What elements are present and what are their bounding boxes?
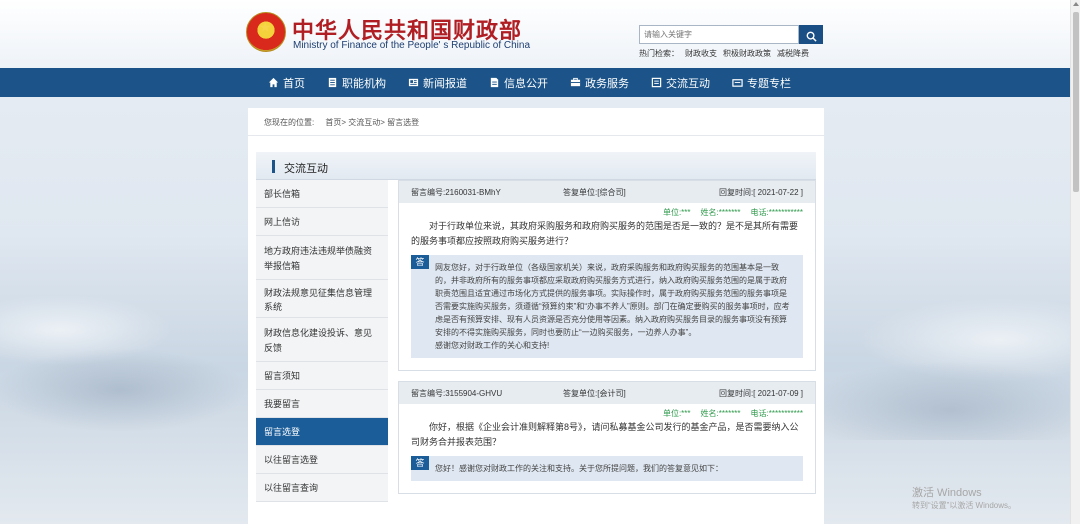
message-question: 你好，根据《企业会计准则解释第8号》，请问私募基金公司发行的基金产品，是否需要纳… [411, 422, 799, 447]
sidebar-item-debt-report[interactable]: 地方政府违法违规举债融资举报信箱 [256, 236, 388, 280]
nav-label: 新闻报道 [423, 77, 467, 90]
message-meta: 单位:*** 姓名:******* 电话:*********** [399, 404, 815, 418]
windows-activation-title: 激活 Windows [912, 487, 982, 499]
message-card: 留言编号:3155904-GHVU 答复单位:[会计司] 回复时间:[ 2021… [398, 381, 816, 494]
news-icon [408, 78, 419, 87]
document-icon [328, 77, 337, 88]
message-code: 留言编号:3155904-GHVU [411, 389, 503, 398]
nav-item-topics[interactable]: 专题专栏 [732, 68, 791, 97]
page-scrollbar[interactable] [1070, 0, 1080, 524]
hot-term[interactable]: 积极财政政策 [723, 49, 771, 58]
sidebar-item-it-complaint[interactable]: 财政信息化建设投诉、意见反馈 [256, 318, 388, 362]
hot-term[interactable]: 财政收支 [685, 49, 717, 58]
sidebar-item-message-notice[interactable]: 留言须知 [256, 362, 388, 390]
folder-icon [732, 79, 743, 87]
hot-term[interactable]: 减税降费 [777, 49, 809, 58]
reply-time: 回复时间:[ 2021-07-09 ] [718, 389, 803, 398]
nav-item-services[interactable]: 政务服务 [570, 68, 629, 97]
meta-phone: 电话:*********** [750, 208, 803, 217]
scroll-thumb[interactable] [1073, 12, 1079, 192]
answer-badge: 答 [411, 255, 429, 269]
meta-name: 姓名:******* [700, 208, 741, 217]
search-icon [806, 31, 817, 42]
section-title: 交流互动 [284, 163, 328, 175]
sidebar-item-minister-mailbox[interactable]: 部长信箱 [256, 180, 388, 208]
meta-unit: 单位:*** [662, 208, 691, 217]
nav-label: 职能机构 [342, 77, 386, 90]
home-icon [268, 77, 279, 88]
sidebar-item-leave-message[interactable]: 我要留言 [256, 390, 388, 418]
message-answer: 答 网友您好，对于行政单位（各级国家机关）来说，政府采购服务和政府购买服务的范围… [411, 255, 803, 358]
answer-thanks: 感谢您对财政工作的关心和支持! [435, 341, 550, 350]
meta-name: 姓名:******* [700, 409, 741, 418]
reply-unit: 答复单位:[会计司] [563, 389, 626, 398]
hot-search: 热门检索： 财政收支 积极财政政策 减税降费 [639, 48, 815, 59]
nav-item-functions[interactable]: 职能机构 [327, 68, 386, 97]
message-meta: 单位:*** 姓名:******* 电话:*********** [399, 203, 815, 217]
windows-activation-hint: 转到“设置”以激活 Windows。 [912, 501, 1017, 510]
site-title-en: Ministry of Finance of the People' s Rep… [293, 40, 531, 51]
interact-icon [651, 77, 662, 88]
reply-unit: 答复单位:[综合司] [563, 188, 626, 197]
answer-text: 您好！感谢您对财政工作的关注和支持。关于您所提问题，我们的答复意见如下： [435, 464, 723, 473]
nav-item-home[interactable]: 首页 [268, 68, 305, 97]
nav-label: 政务服务 [585, 77, 629, 90]
message-list: 留言编号:2160031-BMhY 答复单位:[综合司] 回复时间:[ 2021… [398, 180, 816, 524]
answer-text: 网友您好，对于行政单位（各级国家机关）来说，政府采购服务和政府购买服务的范围基本… [435, 263, 790, 337]
section-header: 交流互动 [256, 152, 816, 180]
breadcrumb-current[interactable]: 留言选登 [387, 118, 419, 127]
reply-time: 回复时间:[ 2021-07-22 ] [718, 188, 803, 197]
sidebar-item-past-selected[interactable]: 以往留言选登 [256, 446, 388, 474]
scroll-up-arrow-icon[interactable] [1073, 2, 1079, 6]
search-input[interactable] [639, 25, 799, 44]
section-bar [272, 160, 275, 173]
national-emblem-icon [246, 12, 286, 52]
sidebar-item-selected-messages[interactable]: 留言选登 [256, 418, 388, 446]
nav-label: 交流互动 [666, 77, 710, 90]
answer-badge: 答 [411, 456, 429, 470]
nav-item-info[interactable]: 信息公开 [489, 68, 548, 97]
breadcrumb-prefix: 您现在的位置: [264, 118, 315, 127]
message-card: 留言编号:2160031-BMhY 答复单位:[综合司] 回复时间:[ 2021… [398, 180, 816, 371]
search-button[interactable] [799, 25, 823, 44]
meta-unit: 单位:*** [662, 409, 691, 418]
sidebar-item-regulation-opinion[interactable]: 财政法规意见征集信息管理系统 [256, 280, 388, 318]
message-header: 留言编号:3155904-GHVU 答复单位:[会计司] 回复时间:[ 2021… [399, 382, 815, 404]
site-header: 中华人民共和国财政部 Ministry of Finance of the Pe… [0, 0, 1080, 68]
file-icon [490, 77, 499, 88]
message-question: 对于行政单位来说，其政府采购服务和政府购买服务的范围是否是一致的？是不是其所有需… [411, 221, 799, 246]
nav-item-interact[interactable]: 交流互动 [651, 68, 710, 97]
sidebar: 部长信箱 网上信访 地方政府违法违规举债融资举报信箱 财政法规意见征集信息管理系… [256, 180, 388, 502]
message-answer: 答 您好！感谢您对财政工作的关注和支持。关于您所提问题，我们的答复意见如下： [411, 456, 803, 481]
main-nav: 首页 职能机构 新闻报道 信息公开 政务服务 交流互动 专题专栏 [0, 68, 1080, 97]
breadcrumb-interact[interactable]: 交流互动> [348, 118, 385, 127]
message-code: 留言编号:2160031-BMhY [411, 188, 501, 197]
nav-item-news[interactable]: 新闻报道 [408, 68, 467, 97]
meta-phone: 电话:*********** [750, 409, 803, 418]
sidebar-item-past-query[interactable]: 以往留言查询 [256, 474, 388, 502]
service-icon [570, 77, 581, 87]
sidebar-item-online-petition[interactable]: 网上信访 [256, 208, 388, 236]
main-content: 您现在的位置: 首页> 交流互动> 留言选登 交流互动 部长信箱 网上信访 地方… [248, 108, 824, 524]
nav-label: 专题专栏 [747, 77, 791, 90]
message-header: 留言编号:2160031-BMhY 答复单位:[综合司] 回复时间:[ 2021… [399, 181, 815, 203]
breadcrumb: 您现在的位置: 首页> 交流互动> 留言选登 [248, 108, 824, 136]
breadcrumb-home[interactable]: 首页> [325, 118, 346, 127]
nav-label: 首页 [283, 77, 305, 90]
nav-label: 信息公开 [504, 77, 548, 90]
hot-search-label: 热门检索： [639, 49, 679, 58]
